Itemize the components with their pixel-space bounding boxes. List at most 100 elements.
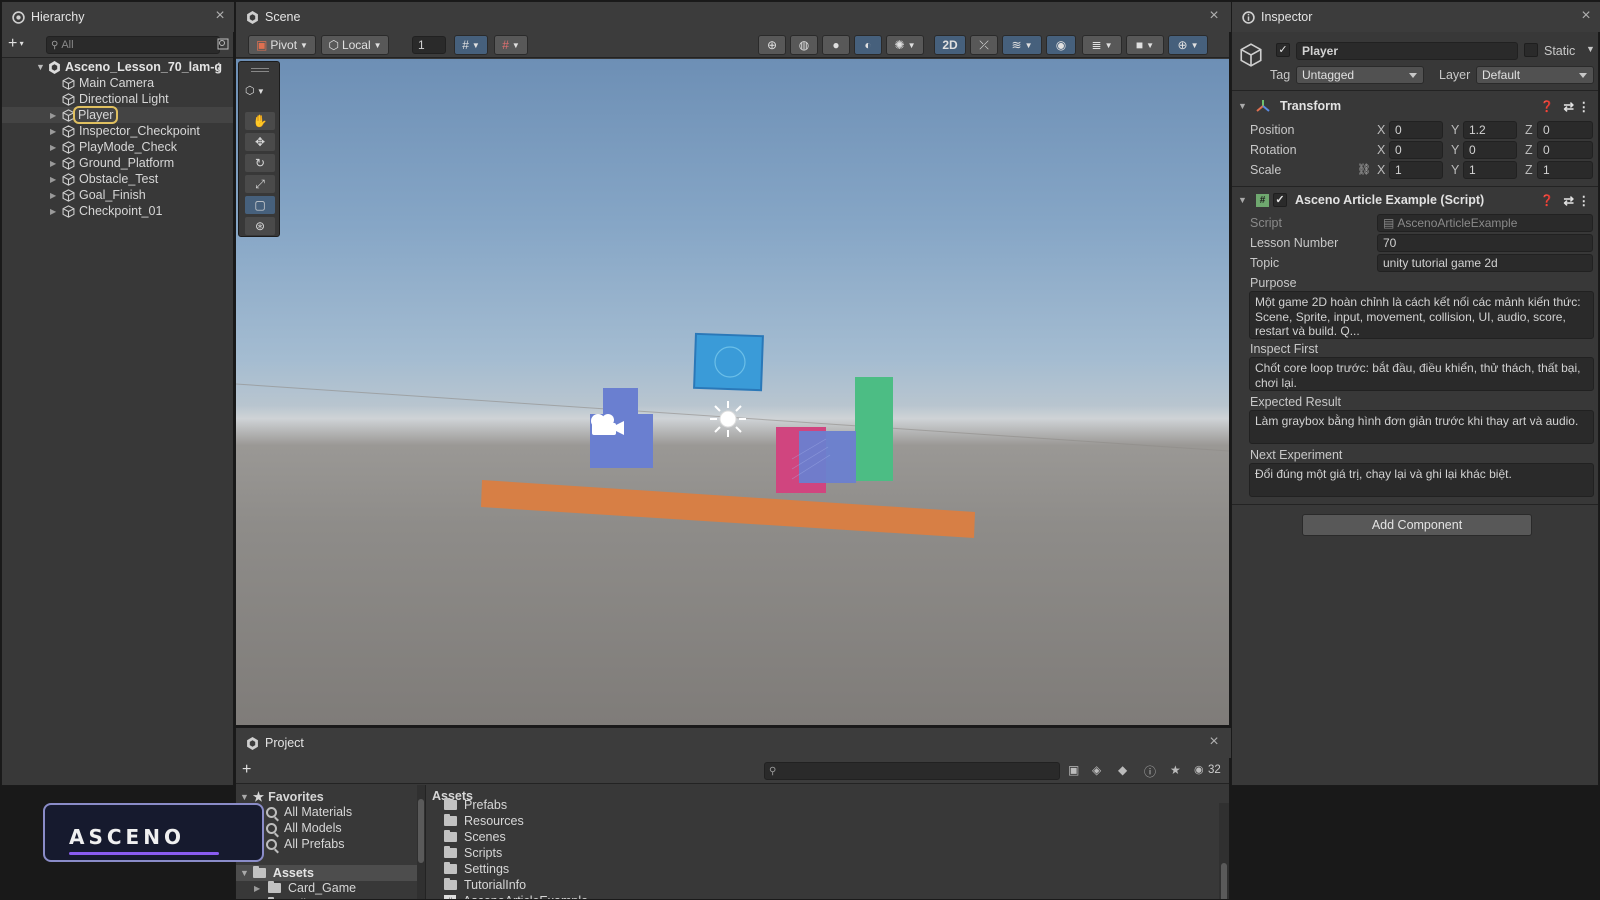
static-checkbox[interactable] [1524, 43, 1538, 57]
project-file-item[interactable]: Scripts [444, 846, 502, 860]
effects-button[interactable]: ≋ ▼ [1002, 35, 1042, 55]
transform-scale-x-field[interactable]: 1 [1389, 161, 1443, 179]
inspect-first-textarea[interactable]: Chốt core loop trước: bắt đầu, điều khiể… [1249, 357, 1594, 391]
project-file-item[interactable]: Prefabs [444, 798, 507, 812]
purpose-textarea[interactable]: Một game 2D hoàn chỉnh là cách kết nối c… [1249, 291, 1594, 339]
tool-mode-dropdown[interactable]: ⬡ ▼ [245, 84, 275, 102]
hierarchy-item[interactable]: ▶ Checkpoint_01 [2, 203, 233, 219]
hierarchy-item[interactable]: ▶ Player [2, 106, 233, 124]
close-icon[interactable]: × [212, 8, 228, 24]
scene-viewport[interactable]: ⬡ ▼ ✋ ✥ ↻ ⤢ ▢ ⊛ [236, 59, 1229, 725]
hierarchy-item[interactable]: ▶ Ground_Platform [2, 155, 233, 171]
asset-tree-item[interactable]: ▶ Card_Game [254, 881, 356, 895]
transform-header[interactable]: ▼ Transform ❓ ⇄ ⋮ [1232, 95, 1598, 117]
file-scrollbar[interactable] [1219, 803, 1229, 899]
rotate-tool-button[interactable]: ↻ [245, 154, 275, 172]
tab-scene[interactable]: Scene [236, 2, 1231, 32]
mode-2d-button[interactable]: 2D [934, 35, 966, 55]
lighting-button[interactable]: ✺ ▼ [886, 35, 924, 55]
hierarchy-item[interactable]: Main Camera [2, 75, 233, 91]
axis-z-label[interactable]: Z [1525, 123, 1533, 137]
project-file-item[interactable]: Scenes [444, 830, 506, 844]
axis-y-label[interactable]: Y [1451, 163, 1459, 177]
axis-y-label[interactable]: Y [1451, 143, 1459, 157]
expand-arrow-icon[interactable]: ▼ [36, 62, 48, 72]
preset-icon[interactable]: ⇄ [1564, 99, 1574, 114]
help-icon[interactable]: ❓ [1540, 194, 1554, 207]
expand-arrow-icon[interactable]: ▶ [254, 884, 264, 893]
hidden-eye-icon[interactable]: ◉ [1194, 763, 1204, 776]
project-file-item[interactable]: # AscenoArticleExample [444, 894, 588, 899]
axis-x-label[interactable]: X [1377, 143, 1385, 157]
layers-dropdown[interactable]: ≣ ▼ [1082, 35, 1122, 55]
script-reference-field[interactable]: ▤ AscenoArticleExample [1377, 214, 1593, 232]
drag-handle[interactable] [251, 68, 269, 72]
asset-tree-item[interactable]: Editor [254, 897, 321, 899]
transform-scale-y-field[interactable]: 1 [1463, 161, 1517, 179]
type-filter-icon[interactable]: ◈ [1092, 763, 1101, 777]
expand-arrow-icon[interactable]: ▶ [50, 207, 62, 216]
tab-project[interactable]: Project [236, 728, 1231, 758]
shading-solid-button[interactable]: ● [822, 35, 850, 55]
more-icon[interactable]: ⋮ [213, 60, 226, 75]
axis-x-label[interactable]: X [1377, 123, 1385, 137]
axis-z-label[interactable]: Z [1525, 143, 1533, 157]
layer-dropdown[interactable]: Default [1476, 66, 1594, 84]
gizmo-global-button[interactable]: ⊕ [758, 35, 786, 55]
transform-scale-z-field[interactable]: 1 [1537, 161, 1593, 179]
lesson-number-field[interactable]: 70 [1377, 234, 1593, 252]
foldout-arrow-icon[interactable]: ▼ [240, 792, 249, 802]
favorites-header[interactable]: ▼ ★ Favorites [240, 789, 324, 805]
close-icon[interactable]: × [1578, 8, 1594, 24]
local-dropdown[interactable]: ⬡ Local ▼ [321, 35, 389, 55]
transform-rotation-y-field[interactable]: 0 [1463, 141, 1517, 159]
expand-arrow-icon[interactable]: ▶ [50, 175, 62, 184]
close-icon[interactable]: × [1206, 734, 1222, 750]
obstacle-blue-right[interactable] [799, 431, 856, 483]
visibility-button[interactable]: ◉ [1046, 35, 1076, 55]
component-enabled-checkbox[interactable]: ✓ [1273, 193, 1287, 207]
hierarchy-item[interactable]: ▶ Goal_Finish [2, 187, 233, 203]
scene-root-row[interactable]: ▼ Asceno_Lesson_70_lam-g ⋮ [2, 59, 233, 75]
project-file-item[interactable]: TutorialInfo [444, 878, 526, 892]
shading-wire-button[interactable]: ◍ [790, 35, 818, 55]
tag-dropdown[interactable]: Untagged [1296, 66, 1424, 84]
player-sprite[interactable] [693, 332, 764, 392]
warning-filter-icon[interactable]: ⓘ [1144, 763, 1156, 780]
object-name-field[interactable]: Player [1296, 42, 1518, 60]
tab-hierarchy[interactable]: Hierarchy [2, 2, 234, 32]
project-file-item[interactable]: Settings [444, 862, 509, 876]
static-dropdown-icon[interactable]: ▼ [1586, 44, 1595, 54]
move-tool-button[interactable]: ✥ [245, 133, 275, 151]
expand-arrow-icon[interactable]: ▶ [50, 127, 62, 136]
transform-position-z-field[interactable]: 0 [1537, 121, 1593, 139]
transform-rotation-z-field[interactable]: 0 [1537, 141, 1593, 159]
search-filter-icon[interactable] [217, 38, 229, 50]
grid-size-field[interactable]: 1 [412, 36, 446, 54]
assets-tree-header[interactable]: ▼ Assets [236, 865, 417, 881]
shading-shaded-button[interactable]: ◐ [854, 35, 882, 55]
help-icon[interactable]: ❓ [1540, 100, 1554, 113]
label-filter-icon[interactable]: ◆ [1118, 763, 1127, 777]
hierarchy-item[interactable]: Directional Light [2, 91, 233, 107]
topic-field[interactable]: unity tutorial game 2d [1377, 254, 1593, 272]
snap-increment-button[interactable]: # ▼ [494, 35, 528, 55]
ground-platform[interactable] [481, 480, 975, 538]
hierarchy-item[interactable]: ▶ Inspector_Checkpoint [2, 123, 233, 139]
close-icon[interactable]: × [1206, 8, 1222, 24]
add-button[interactable]: + ▾ [8, 35, 34, 55]
expand-arrow-icon[interactable]: ▶ [50, 111, 62, 120]
pivot-dropdown[interactable]: ▣ Pivot ▼ [248, 35, 316, 55]
hierarchy-item[interactable]: ▶ PlayMode_Check [2, 139, 233, 155]
tree-scrollbar[interactable] [417, 785, 425, 899]
goal-green[interactable] [855, 377, 893, 481]
rect-tool-button[interactable]: ▢ [245, 196, 275, 214]
axis-z-label[interactable]: Z [1525, 163, 1533, 177]
constrain-proportions-icon[interactable]: ⛓ [1357, 163, 1371, 176]
transform-tool-button[interactable]: ⊛ [245, 217, 275, 235]
next-experiment-textarea[interactable]: Đổi đúng một giá trị, chạy lại và ghi lạ… [1249, 463, 1594, 497]
active-checkbox[interactable]: ✓ [1276, 43, 1290, 57]
create-button[interactable]: + [242, 761, 260, 781]
grid-snap-button[interactable]: # ▼ [454, 35, 488, 55]
audio-toggle-button[interactable]: ⤫ [970, 35, 998, 55]
